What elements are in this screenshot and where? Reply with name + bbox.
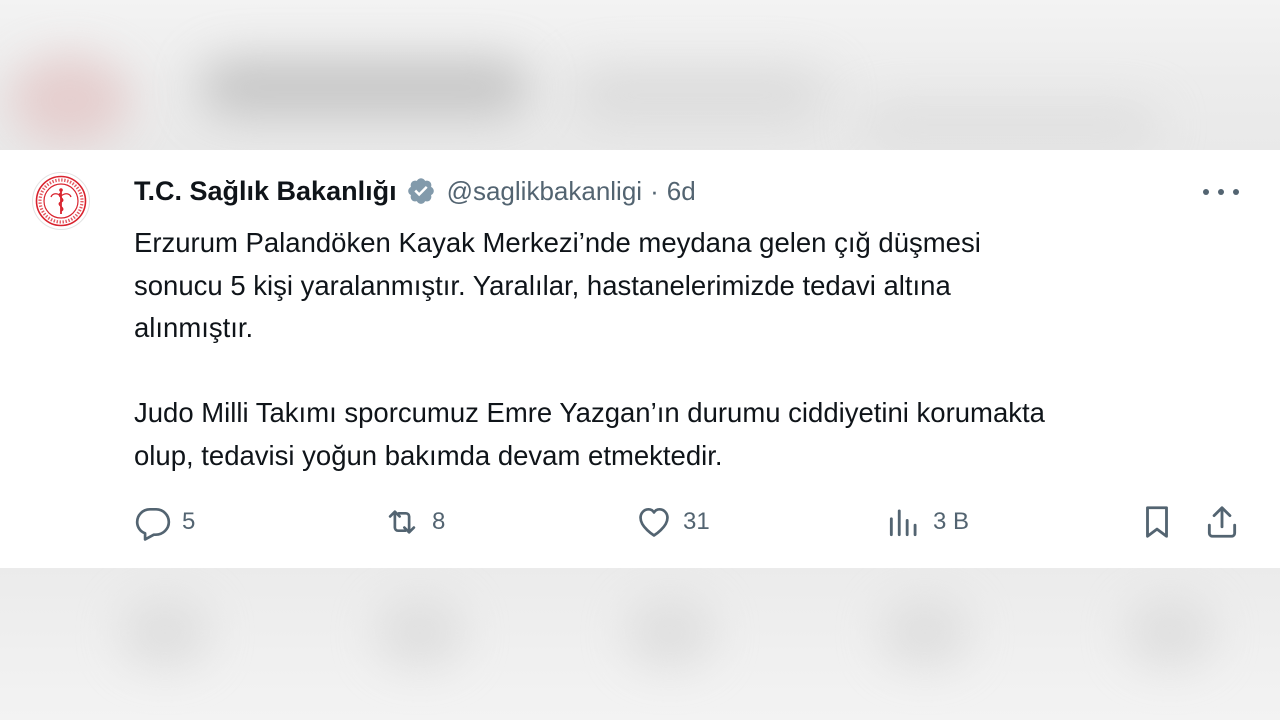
tweet-text: Erzurum Palandöken Kayak Merkezi’nde mey…: [134, 222, 1244, 477]
views-count: 3 B: [933, 508, 970, 535]
blurred-background-top: [0, 0, 1280, 150]
repost-button[interactable]: 8: [382, 500, 445, 544]
tweet-text-line: Erzurum Palandöken Kayak Merkezi’nde mey…: [134, 227, 981, 258]
verified-badge-icon: [406, 176, 436, 206]
tweet-text-line: alınmıştır.: [134, 312, 254, 343]
bookmark-icon: [1146, 506, 1168, 538]
author-handle[interactable]: @saglikbakanligi: [447, 176, 643, 207]
more-dots-icon[interactable]: [1203, 179, 1239, 205]
author-name[interactable]: T.C. Sağlık Bakanlığı: [134, 176, 397, 207]
views-chart-icon: [889, 509, 917, 537]
blur-shape: [375, 598, 465, 668]
tweet-text-line: olup, tedavisi yoğun bakımda devam etmek…: [134, 439, 723, 471]
blurred-background-bottom: [0, 568, 1280, 720]
avatar[interactable]: [32, 172, 90, 230]
blur-shape: [1125, 598, 1215, 668]
tweet-actions: 5 8 31 3 B: [0, 500, 1280, 544]
repost-icon: [388, 510, 416, 534]
heart-icon: [639, 507, 669, 537]
blur-shape: [120, 598, 210, 668]
bookmark-button[interactable]: [1138, 500, 1176, 544]
share-button[interactable]: [1203, 500, 1241, 544]
like-button[interactable]: 31: [635, 500, 710, 544]
share-icon: [1207, 506, 1237, 538]
tweet-header: T.C. Sağlık Bakanlığı @saglikbakanligi ·…: [134, 171, 696, 211]
blur-shape: [880, 598, 970, 668]
views-button[interactable]: 3 B: [885, 500, 969, 544]
tweet-text-line: Judo Milli Takımı sporcumuz Emre Yazgan’…: [134, 397, 1045, 428]
reply-count: 5: [182, 508, 196, 535]
blur-shape: [570, 70, 830, 120]
ministry-logo-icon: [35, 175, 87, 227]
blur-shape: [625, 598, 715, 668]
blur-shape: [10, 55, 130, 145]
blur-shape: [200, 60, 530, 115]
reply-icon: [135, 507, 171, 541]
tweet-text-line: sonucu 5 kişi yaralanmıştır. Yaralılar, …: [134, 269, 951, 301]
like-count: 31: [683, 508, 710, 535]
tweet-time[interactable]: 6d: [667, 176, 696, 207]
separator-dot: ·: [650, 175, 659, 206]
repost-count: 8: [432, 508, 446, 535]
blur-shape: [860, 105, 1160, 145]
reply-button[interactable]: 5: [134, 500, 195, 544]
